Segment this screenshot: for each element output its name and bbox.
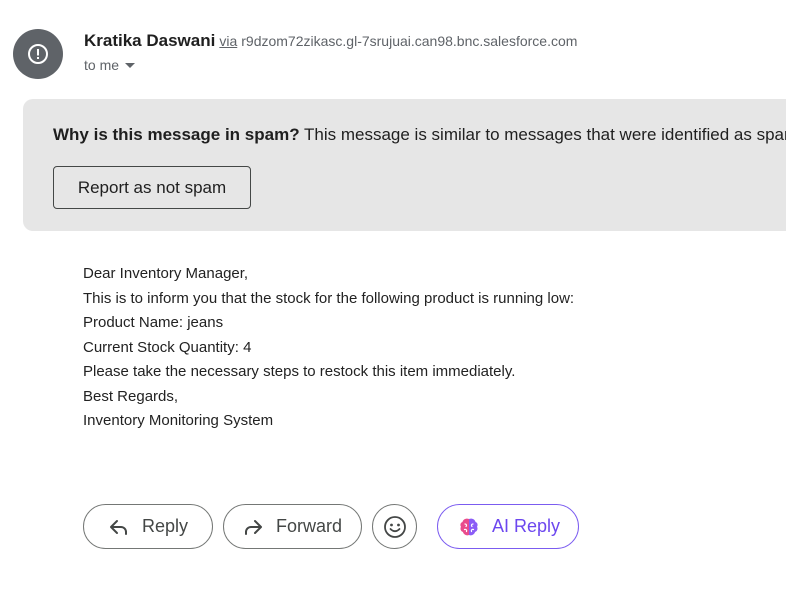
ai-reply-label: AI Reply	[492, 516, 561, 536]
body-line: Product Name: jeans	[83, 314, 224, 331]
body-line: Current Stock Quantity: 4	[83, 338, 252, 356]
spam-reason: This message is similar to messages that…	[304, 125, 786, 144]
ai-reply-button[interactable]: AI Reply	[437, 504, 579, 549]
forward-arrow-icon	[242, 516, 264, 538]
alert-circle-icon	[28, 44, 48, 64]
sender-line: Kratika Daswani via r9dzom72zikasc.gl-7sru…	[84, 31, 577, 51]
body-line: Inventory Monitoring System	[83, 412, 274, 429]
brain-icon	[458, 516, 480, 538]
spam-explanation: Why is this message in spam? This messag…	[53, 125, 786, 145]
reply-label: Reply	[142, 516, 189, 536]
forward-button[interactable]: Forward	[223, 504, 362, 549]
spam-warning-banner: Why is this message in spam? This messag…	[23, 99, 786, 231]
chevron-down-icon	[125, 62, 136, 68]
sender-name[interactable]: Kratika Daswani	[84, 31, 215, 50]
via-link[interactable]: via	[219, 33, 237, 49]
body-line: Dear Inventory Manager,	[83, 265, 249, 282]
avatar	[13, 29, 63, 79]
report-not-spam-button[interactable]: Report as not spam	[53, 166, 251, 209]
recipient-details-toggle[interactable]: to me	[84, 57, 136, 73]
recipient-label: to me	[84, 57, 120, 73]
body-line: Best Regards,	[83, 387, 179, 405]
reply-button[interactable]: Reply	[83, 504, 213, 549]
body-line: Please take the necessary steps to resto…	[83, 363, 516, 380]
body-line: This is to inform you that the stock for…	[83, 289, 575, 307]
reply-arrow-icon	[108, 516, 130, 538]
message-body: Dear Inventory Manager, This is to infor…	[83, 262, 574, 434]
forward-label: Forward	[276, 516, 343, 536]
smiley-icon	[383, 515, 406, 538]
sender-domain: r9dzom72zikasc.gl-7srujuai.can98.bnc.sal…	[241, 33, 578, 49]
emoji-reaction-button[interactable]	[372, 504, 417, 549]
spam-question: Why is this message in spam?	[53, 125, 300, 144]
